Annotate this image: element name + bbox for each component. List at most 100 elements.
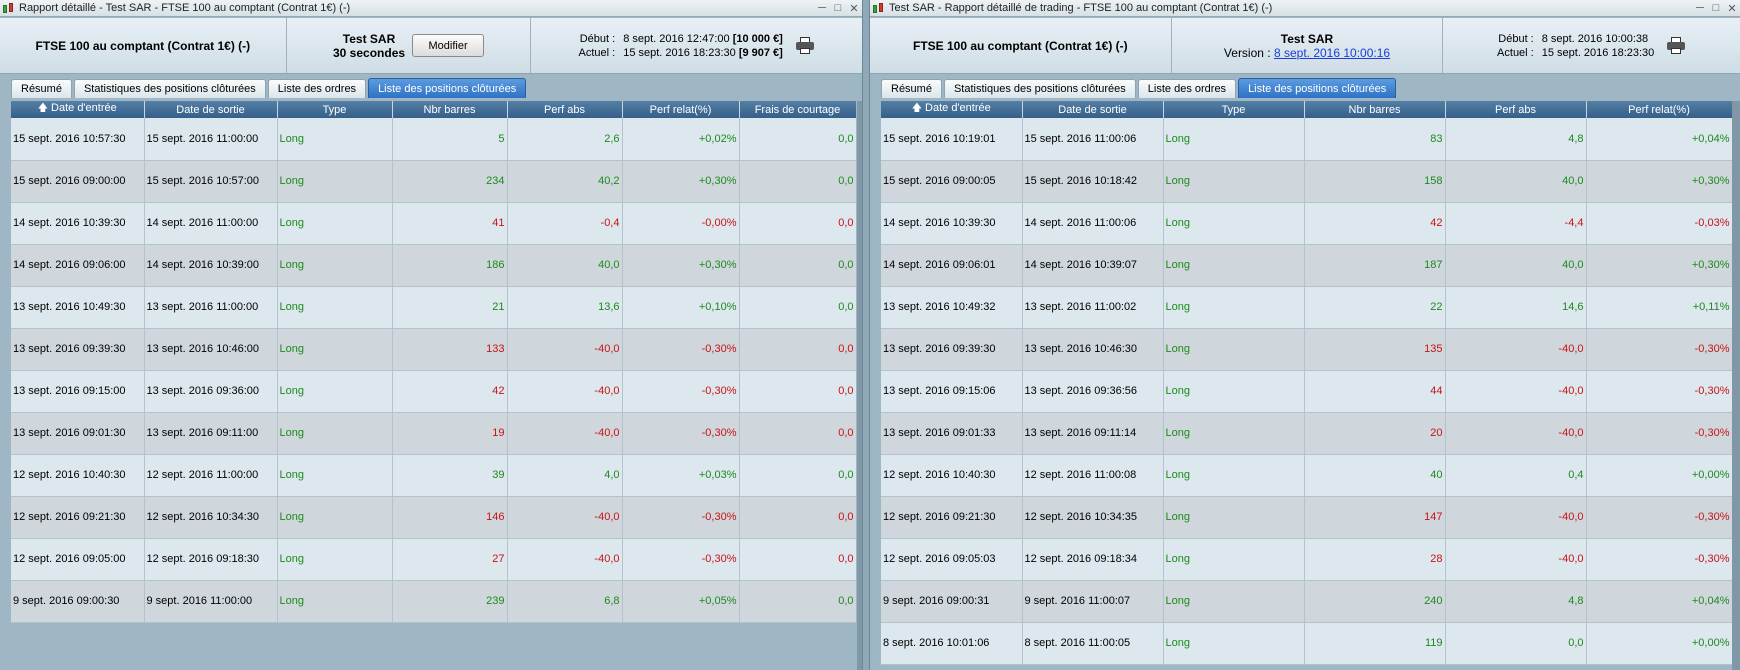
table-row[interactable]: 14 sept. 2016 09:06:01 14 sept. 2016 10:3… bbox=[881, 244, 1732, 287]
perf-rel-cell: -0,30% bbox=[622, 412, 740, 455]
printer-icon[interactable] bbox=[1666, 36, 1686, 55]
col-perf-rel[interactable]: Perf relat(%) bbox=[1586, 101, 1732, 118]
maximize-icon[interactable]: □ bbox=[1710, 2, 1722, 14]
col-type[interactable]: Type bbox=[1163, 101, 1305, 118]
test-name: Test SAR bbox=[1280, 31, 1334, 46]
table-row[interactable]: 13 sept. 2016 10:49:30 13 sept. 2016 11:0… bbox=[11, 286, 856, 329]
col-fees[interactable]: Frais de courtage bbox=[739, 101, 856, 118]
perf-abs-cell: -40,0 bbox=[507, 538, 623, 581]
col-entry-date[interactable]: 🡅 Date d'entrée bbox=[11, 101, 145, 118]
col-type[interactable]: Type bbox=[277, 101, 393, 118]
table-row[interactable]: 12 sept. 2016 09:21:30 12 sept. 2016 10:3… bbox=[881, 496, 1732, 539]
perf-abs-cell: 4,8 bbox=[1445, 580, 1587, 623]
tab-summary[interactable]: Résumé bbox=[881, 79, 942, 98]
col-exit-date[interactable]: Date de sortie bbox=[1022, 101, 1164, 118]
exit-date-cell: 15 sept. 2016 11:00:06 bbox=[1022, 118, 1164, 161]
positions-grid: 🡅 Date d'entrée Date de sortie Type Nbr b… bbox=[11, 101, 856, 670]
col-perf-abs[interactable]: Perf abs bbox=[507, 101, 623, 118]
perf-abs-cell: -4,4 bbox=[1445, 202, 1587, 245]
table-row[interactable]: 13 sept. 2016 09:15:00 13 sept. 2016 09:3… bbox=[11, 370, 856, 413]
table-row[interactable]: 13 sept. 2016 09:39:30 13 sept. 2016 10:4… bbox=[11, 328, 856, 371]
sort-up-icon: 🡅 bbox=[37, 103, 49, 114]
type-cell: Long bbox=[1163, 580, 1305, 623]
table-row[interactable]: 12 sept. 2016 10:40:30 12 sept. 2016 11:0… bbox=[11, 454, 856, 497]
table-row[interactable]: 12 sept. 2016 10:40:30 12 sept. 2016 11:0… bbox=[881, 454, 1732, 497]
type-cell: Long bbox=[1163, 496, 1305, 539]
entry-date-cell: 8 sept. 2016 10:01:06 bbox=[881, 622, 1023, 665]
grid-header-row: 🡅 Date d'entrée Date de sortie Type Nbr b… bbox=[11, 101, 856, 118]
col-bars[interactable]: Nbr barres bbox=[392, 101, 508, 118]
exit-date-cell: 13 sept. 2016 09:11:14 bbox=[1022, 412, 1164, 455]
table-row[interactable]: 12 sept. 2016 09:05:00 12 sept. 2016 09:1… bbox=[11, 538, 856, 581]
entry-date-cell: 14 sept. 2016 10:39:30 bbox=[11, 202, 145, 245]
table-row[interactable]: 14 sept. 2016 10:39:30 14 sept. 2016 11:0… bbox=[881, 202, 1732, 245]
perf-abs-cell: 6,8 bbox=[507, 580, 623, 623]
maximize-icon[interactable]: □ bbox=[832, 2, 844, 14]
minimize-icon[interactable]: ─ bbox=[1694, 2, 1706, 14]
col-bars[interactable]: Nbr barres bbox=[1304, 101, 1446, 118]
timeframe: 30 secondes bbox=[333, 45, 406, 60]
bars-cell: 39 bbox=[392, 454, 508, 497]
bars-cell: 27 bbox=[392, 538, 508, 581]
exit-date-cell: 13 sept. 2016 09:36:56 bbox=[1022, 370, 1164, 413]
perf-rel-cell: +0,00% bbox=[1586, 622, 1732, 665]
bars-cell: 44 bbox=[1304, 370, 1446, 413]
table-row[interactable]: 14 sept. 2016 09:06:00 14 sept. 2016 10:3… bbox=[11, 244, 856, 287]
table-row[interactable]: 14 sept. 2016 10:39:30 14 sept. 2016 11:0… bbox=[11, 202, 856, 245]
col-exit-date[interactable]: Date de sortie bbox=[144, 101, 278, 118]
type-cell: Long bbox=[277, 580, 393, 623]
minimize-icon[interactable]: ─ bbox=[816, 2, 828, 14]
table-row[interactable]: 12 sept. 2016 09:21:30 12 sept. 2016 10:3… bbox=[11, 496, 856, 539]
bars-cell: 19 bbox=[392, 412, 508, 455]
col-perf-abs[interactable]: Perf abs bbox=[1445, 101, 1587, 118]
version-link[interactable]: 8 sept. 2016 10:00:16 bbox=[1274, 46, 1390, 60]
table-row[interactable]: 12 sept. 2016 09:05:03 12 sept. 2016 09:1… bbox=[881, 538, 1732, 581]
perf-abs-cell: -40,0 bbox=[1445, 412, 1587, 455]
table-row[interactable]: 13 sept. 2016 09:39:30 13 sept. 2016 10:4… bbox=[881, 328, 1732, 371]
col-entry-date[interactable]: 🡅 Date d'entrée bbox=[881, 101, 1023, 118]
tab-closed-positions-list[interactable]: Liste des positions clôturées bbox=[368, 78, 527, 98]
modify-button[interactable]: Modifier bbox=[412, 34, 485, 57]
table-row[interactable]: 13 sept. 2016 09:01:33 13 sept. 2016 09:1… bbox=[881, 412, 1732, 455]
fees-cell: 0,0 bbox=[739, 496, 856, 539]
table-row[interactable]: 15 sept. 2016 10:57:30 15 sept. 2016 11:0… bbox=[11, 118, 856, 161]
exit-date-cell: 14 sept. 2016 10:39:00 bbox=[144, 244, 278, 287]
table-row[interactable]: 13 sept. 2016 09:15:06 13 sept. 2016 09:3… bbox=[881, 370, 1732, 413]
col-perf-rel[interactable]: Perf relat(%) bbox=[622, 101, 740, 118]
tab-orders-list[interactable]: Liste des ordres bbox=[267, 79, 367, 98]
table-row[interactable]: 8 sept. 2016 10:01:06 8 sept. 2016 11:00:… bbox=[881, 622, 1732, 665]
table-row[interactable]: 13 sept. 2016 10:49:32 13 sept. 2016 11:0… bbox=[881, 286, 1732, 329]
entry-date-cell: 9 sept. 2016 09:00:31 bbox=[881, 580, 1023, 623]
type-cell: Long bbox=[1163, 286, 1305, 329]
tab-closed-positions-stats[interactable]: Statistiques des positions clôturées bbox=[73, 79, 266, 98]
perf-rel-cell: -0,00% bbox=[622, 202, 740, 245]
fees-cell: 0,0 bbox=[739, 538, 856, 581]
bars-cell: 147 bbox=[1304, 496, 1446, 539]
table-row[interactable]: 13 sept. 2016 09:01:30 13 sept. 2016 09:1… bbox=[11, 412, 856, 455]
table-row[interactable]: 15 sept. 2016 09:00:00 15 sept. 2016 10:5… bbox=[11, 160, 856, 203]
type-cell: Long bbox=[1163, 244, 1305, 287]
tab-summary[interactable]: Résumé bbox=[11, 79, 72, 98]
perf-rel-cell: -0,30% bbox=[1586, 496, 1732, 539]
table-row[interactable]: 15 sept. 2016 09:00:05 15 sept. 2016 10:1… bbox=[881, 160, 1732, 203]
vertical-scrollbar[interactable] bbox=[1732, 101, 1740, 670]
tab-orders-list[interactable]: Liste des ordres bbox=[1137, 79, 1237, 98]
type-cell: Long bbox=[277, 496, 393, 539]
entry-date-cell: 13 sept. 2016 09:39:30 bbox=[881, 328, 1023, 371]
table-row[interactable]: 9 sept. 2016 09:00:31 9 sept. 2016 11:00:… bbox=[881, 580, 1732, 623]
printer-icon[interactable] bbox=[795, 36, 815, 55]
table-row[interactable]: 9 sept. 2016 09:00:30 9 sept. 2016 11:00:… bbox=[11, 580, 856, 623]
type-cell: Long bbox=[1163, 538, 1305, 581]
table-row[interactable]: 15 sept. 2016 10:19:01 15 sept. 2016 11:0… bbox=[881, 118, 1732, 161]
close-icon[interactable]: ✕ bbox=[848, 2, 860, 15]
vertical-scrollbar[interactable] bbox=[857, 101, 862, 670]
bars-cell: 22 bbox=[1304, 286, 1446, 329]
fees-cell: 0,0 bbox=[739, 202, 856, 245]
fees-cell: 0,0 bbox=[739, 286, 856, 329]
tab-closed-positions-stats[interactable]: Statistiques des positions clôturées bbox=[943, 79, 1136, 98]
instrument-name: FTSE 100 au comptant (Contrat 1€) (-) bbox=[35, 38, 251, 53]
close-icon[interactable]: ✕ bbox=[1726, 2, 1738, 15]
tab-closed-positions-list[interactable]: Liste des positions clôturées bbox=[1238, 78, 1397, 98]
perf-abs-cell: -40,0 bbox=[1445, 370, 1587, 413]
exit-date-cell: 15 sept. 2016 11:00:00 bbox=[144, 118, 278, 161]
